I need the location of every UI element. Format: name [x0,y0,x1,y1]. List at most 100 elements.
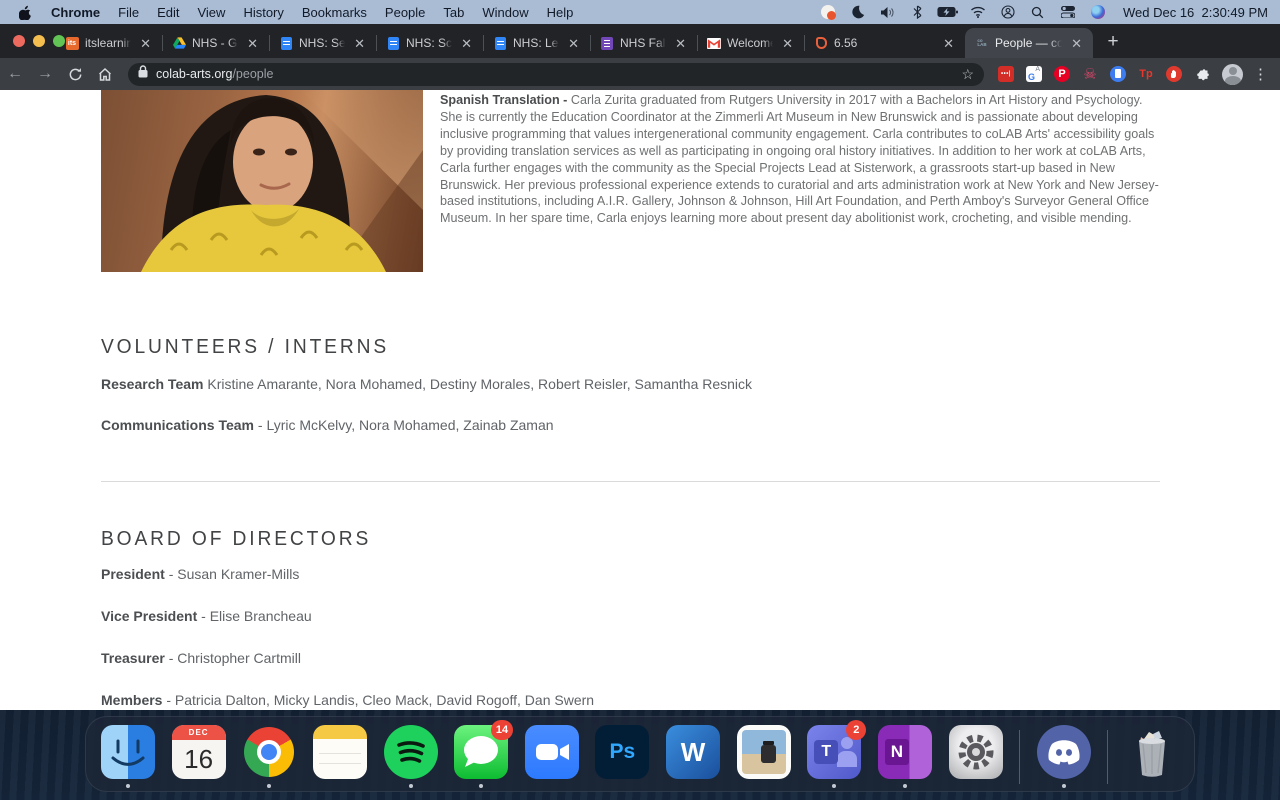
tab-close-icon[interactable]: ✕ [458,36,475,51]
menu-item-chrome[interactable]: Chrome [42,5,109,20]
lastpass-extension-icon[interactable]: •••| [997,65,1015,83]
dock-trash[interactable] [1125,725,1179,789]
orange-ring-favicon [814,36,828,50]
finder-icon [101,725,155,779]
dock-notes[interactable] [313,725,367,789]
wifi-icon[interactable] [967,2,989,22]
trash-icon [1125,725,1179,779]
menu-item-bookmarks[interactable]: Bookmarks [293,5,376,20]
new-tab-button[interactable]: + [1099,28,1127,56]
user-switch-icon[interactable] [997,2,1019,22]
pinterest-extension-icon[interactable]: P [1053,65,1071,83]
dock-preview[interactable] [737,725,791,789]
bio-paragraph: Spanish Translation - Carla Zurita gradu… [440,92,1162,227]
tab-close-icon[interactable]: ✕ [940,36,957,51]
google-drive-favicon [172,36,186,50]
adblock-hand-extension-icon[interactable] [1165,65,1183,83]
google-translate-extension-icon[interactable] [1025,65,1043,83]
minimize-window-button[interactable] [33,35,45,47]
treasurer-row: Treasurer - Christopher Cartmill [101,650,301,666]
home-button[interactable] [92,61,118,87]
dock-photoshop[interactable]: Ps [595,725,649,789]
dock-chrome[interactable] [242,725,296,789]
tab-6-56[interactable]: 6.56 ✕ [804,28,965,58]
menu-item-view[interactable]: View [188,5,234,20]
menu-item-tab[interactable]: Tab [434,5,473,20]
volume-icon[interactable] [877,2,899,22]
chrome-window: its itslearning ✕ NHS - Google ✕ NHS: Se… [0,24,1280,710]
extensions-puzzle-icon[interactable] [1193,65,1211,83]
menu-item-window[interactable]: Window [473,5,537,20]
photoshop-icon: Ps [595,725,649,779]
dock-discord[interactable] [1037,725,1091,789]
tab-nhs-fall-2020[interactable]: NHS Fall 2020 ✕ [590,28,697,58]
vice-president-row: Vice President - Elise Brancheau [101,608,312,624]
running-indicator [903,784,907,788]
spotify-icon [384,725,438,779]
tabs-container: its itslearning ✕ NHS - Google ✕ NHS: Se… [55,24,1127,58]
tab-close-icon[interactable]: ✕ [244,36,261,51]
teleparty-extension-icon[interactable]: Tp [1137,65,1155,83]
dock-separator [1107,730,1108,784]
forward-button[interactable]: → [32,61,58,87]
tab-close-icon[interactable]: ✕ [351,36,368,51]
research-team-label: Research Team [101,376,203,392]
tab-nhs-service[interactable]: NHS: Service ✕ [269,28,376,58]
apple-menu-icon[interactable] [19,5,32,20]
dock-messages[interactable]: 14 [454,725,508,789]
tab-nhs-scholar[interactable]: NHS: Scholar ✕ [376,28,483,58]
siri-icon[interactable] [1087,2,1109,22]
menu-item-people[interactable]: People [376,5,434,20]
menu-item-edit[interactable]: Edit [148,5,188,20]
dock-onenote[interactable]: N [878,725,932,789]
profile-avatar[interactable] [1222,64,1243,85]
url-text: colab-arts.org/people [156,67,273,81]
dock-teams[interactable]: 2 T [807,725,861,789]
tab-nhs-leaders[interactable]: NHS: Leaders ✕ [483,28,590,58]
menu-item-file[interactable]: File [109,5,148,20]
carla-zurita-photo [101,90,423,272]
running-indicator [409,784,413,788]
chrome-menu-kebab-icon[interactable]: ⋮ [1251,65,1270,83]
screen-recording-icon[interactable] [817,2,839,22]
docs-offline-extension-icon[interactable] [1109,65,1127,83]
dock-calendar[interactable]: DEC 16 [172,725,226,789]
calendar-icon: DEC 16 [172,725,226,779]
menu-bar-status-area: Wed Dec 16 2:30:49 PM [817,2,1280,22]
messages-badge: 14 [491,720,513,740]
skull-extension-icon[interactable]: ☠ [1081,65,1099,83]
running-indicator [832,784,836,788]
bookmark-star-icon[interactable]: ☆ [961,66,974,83]
calendar-month: DEC [172,725,226,740]
battery-charging-icon[interactable] [937,2,959,22]
tab-welcome-gmail[interactable]: Welcome to c ✕ [697,28,804,58]
spotlight-search-icon[interactable] [1027,2,1049,22]
bio-text: Carla Zurita graduated from Rutgers Univ… [440,93,1159,225]
do-not-disturb-moon-icon[interactable] [847,2,869,22]
control-center-icon[interactable] [1057,2,1079,22]
dock-zoom[interactable] [525,725,579,789]
tab-close-icon[interactable]: ✕ [565,36,582,51]
tab-close-icon[interactable]: ✕ [137,36,154,51]
address-bar[interactable]: colab-arts.org/people ☆ [128,63,984,86]
tab-people-colab-active[interactable]: coLAB People — coL ✕ [965,28,1093,58]
president-row: President - Susan Kramer-Mills [101,566,299,582]
tab-close-icon[interactable]: ✕ [1068,36,1085,51]
tab-itslearning[interactable]: its itslearning ✕ [55,28,162,58]
dock-word[interactable]: W [666,725,720,789]
dock-finder[interactable] [101,725,155,789]
menu-item-help[interactable]: Help [538,5,583,20]
tab-nhs-google[interactable]: NHS - Google ✕ [162,28,269,58]
tab-close-icon[interactable]: ✕ [672,36,689,51]
reload-button[interactable] [62,61,88,87]
notes-icon [313,725,367,779]
tab-close-icon[interactable]: ✕ [779,36,796,51]
dock-system-preferences[interactable] [949,725,1003,789]
close-window-button[interactable] [13,35,25,47]
menu-item-history[interactable]: History [234,5,292,20]
running-indicator [126,784,130,788]
menu-bar-clock[interactable]: Wed Dec 16 2:30:49 PM [1123,5,1268,20]
back-button[interactable]: ← [2,61,28,87]
bluetooth-icon[interactable] [907,2,929,22]
dock-spotify[interactable] [384,725,438,789]
